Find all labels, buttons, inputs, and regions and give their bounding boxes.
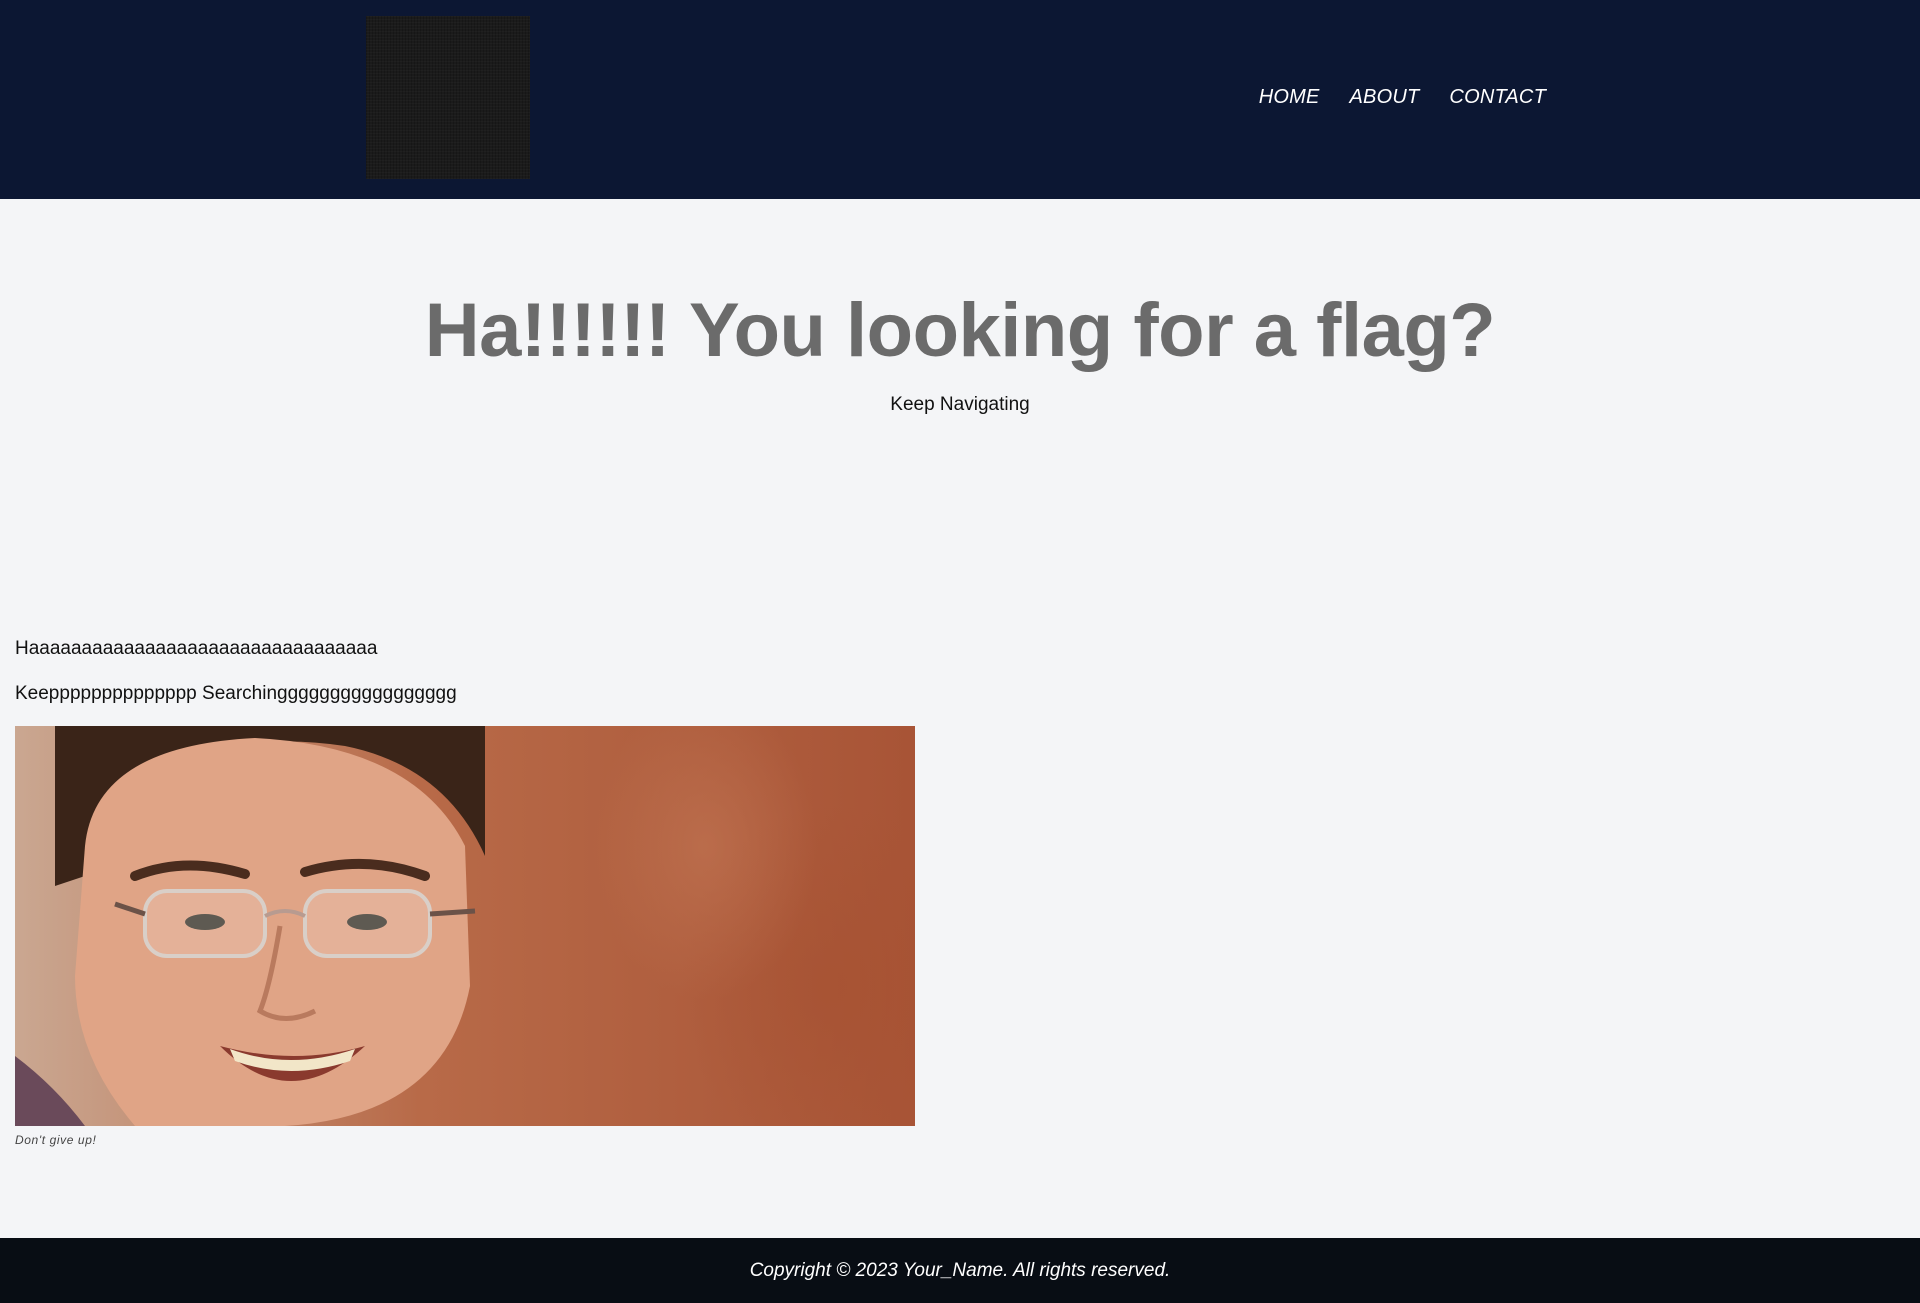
photo-caption: Don't give up! — [15, 1133, 97, 1147]
site-header: HOME ABOUT CONTACT — [0, 0, 1920, 199]
site-logo[interactable] — [366, 16, 530, 179]
smiling-man-photo — [15, 726, 915, 1126]
portrait-illustration — [15, 726, 485, 1126]
content-paragraph-1: Haaaaaaaaaaaaaaaaaaaaaaaaaaaaaaaaa — [15, 638, 378, 659]
nav-contact-link[interactable]: CONTACT — [1449, 86, 1546, 109]
copyright-text: Copyright © 2023 Your_Name. All rights r… — [749, 1259, 1171, 1281]
nav-home-link[interactable]: HOME — [1259, 86, 1320, 109]
nav-about-link[interactable]: ABOUT — [1350, 86, 1420, 109]
site-footer: Copyright © 2023 Your_Name. All rights r… — [0, 1238, 1920, 1303]
hero-subtitle: Keep Navigating — [890, 394, 1030, 415]
hero-title: Ha!!!!!! You looking for a flag? — [424, 288, 1496, 373]
main-nav: HOME ABOUT CONTACT — [1259, 86, 1546, 109]
content-paragraph-2: Keepppppppppppppp Searchingggggggggggggg… — [15, 683, 457, 704]
